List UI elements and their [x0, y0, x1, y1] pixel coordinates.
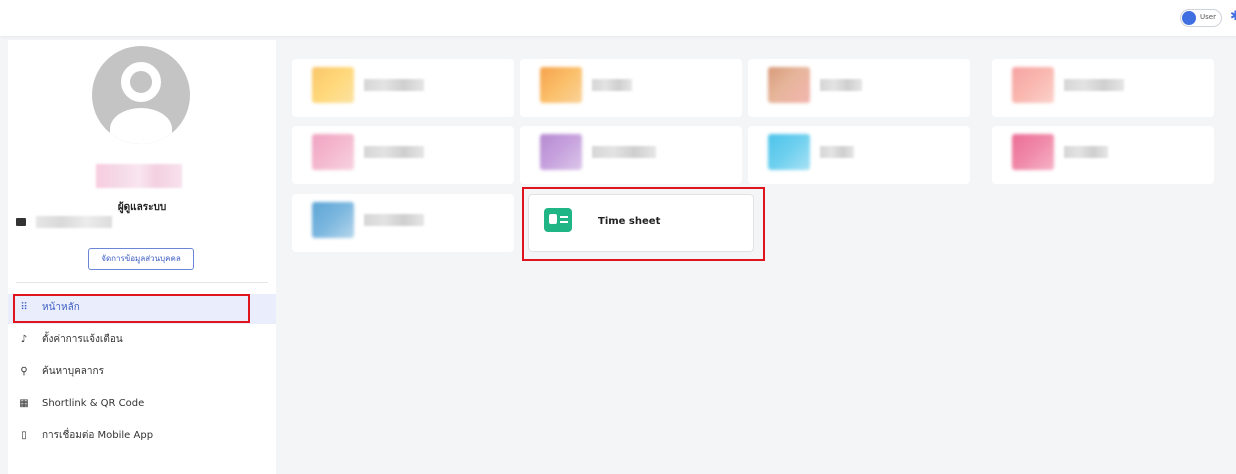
app-tile[interactable]: [292, 194, 514, 252]
app-label-blurred: [364, 214, 424, 226]
id-card-photo: [549, 214, 557, 224]
app-tile[interactable]: [292, 59, 514, 117]
app-label-blurred: [1064, 79, 1124, 91]
app-icon: [1012, 67, 1054, 103]
app-icon: [768, 67, 810, 103]
app-tile[interactable]: [748, 126, 970, 184]
timesheet-label: Time sheet: [598, 216, 661, 227]
sidebar-item-notifications[interactable]: ♪ ตั้งค่าการแจ้งเตือน: [8, 326, 276, 356]
qr-code-icon: ▦: [19, 398, 29, 409]
sidebar-item-shortlink[interactable]: ▦ Shortlink & QR Code: [8, 390, 276, 420]
app-icon: [540, 134, 582, 170]
sidebar-item-label: หน้าหลัก: [42, 302, 80, 313]
sidebar: ผู้ดูแลระบบ จัดการข้อมูลส่วนบุคคล ⠿ หน้า…: [8, 40, 276, 474]
app-label-blurred: [1064, 146, 1108, 158]
mobile-icon: ▯: [21, 430, 27, 441]
app-tile[interactable]: [992, 59, 1214, 117]
toggle-knob: [1182, 11, 1196, 25]
mail-icon: [16, 218, 26, 226]
grid-icon: ⠿: [20, 302, 28, 313]
avatar-head: [121, 62, 161, 102]
app-tile[interactable]: [992, 126, 1214, 184]
role-toggle-label: User: [1200, 13, 1216, 21]
avatar-body: [110, 108, 172, 144]
user-name-blurred: [96, 164, 182, 188]
manage-profile-button[interactable]: จัดการข้อมูลส่วนบุคคล: [88, 248, 194, 270]
sidebar-item-mobile-app[interactable]: ▯ การเชื่อมต่อ Mobile App: [8, 422, 276, 452]
top-bar: User ✱: [0, 0, 1236, 36]
search-icon: ⚲: [20, 366, 28, 377]
avatar: [92, 46, 190, 144]
app-icon: [312, 134, 354, 170]
sidebar-item-label: ค้นหาบุคลากร: [42, 366, 104, 377]
sidebar-item-label: Shortlink & QR Code: [42, 398, 145, 409]
id-card-line: [560, 221, 568, 223]
app-label-blurred: [364, 146, 424, 158]
bell-icon: ♪: [20, 334, 28, 345]
gear-icon[interactable]: ✱: [1230, 10, 1236, 23]
app-tile[interactable]: [520, 59, 742, 117]
email-blurred: [36, 216, 112, 228]
id-card-line: [560, 216, 568, 218]
app-label-blurred: [820, 146, 854, 158]
app-label-blurred: [364, 79, 424, 91]
app-label-blurred: [592, 146, 656, 158]
app-icon: [312, 202, 354, 238]
app-label-blurred: [820, 79, 862, 91]
id-card-icon: [544, 208, 572, 232]
app-tile[interactable]: [292, 126, 514, 184]
sidebar-item-home[interactable]: ⠿ หน้าหลัก: [8, 294, 276, 324]
app-icon: [540, 67, 582, 103]
app-tile[interactable]: [520, 126, 742, 184]
sidebar-item-label: ตั้งค่าการแจ้งเตือน: [42, 334, 123, 345]
sidebar-item-label: การเชื่อมต่อ Mobile App: [42, 430, 154, 441]
divider: [16, 282, 268, 283]
role-toggle[interactable]: User: [1180, 9, 1222, 27]
app-icon: [768, 134, 810, 170]
app-icon: [1012, 134, 1054, 170]
sidebar-item-search-people[interactable]: ⚲ ค้นหาบุคลากร: [8, 358, 276, 388]
app-label-blurred: [592, 79, 632, 91]
app-tile[interactable]: [748, 59, 970, 117]
user-role: ผู้ดูแลระบบ: [117, 202, 167, 213]
timesheet-app-tile[interactable]: Time sheet: [528, 194, 754, 252]
app-icon: [312, 67, 354, 103]
